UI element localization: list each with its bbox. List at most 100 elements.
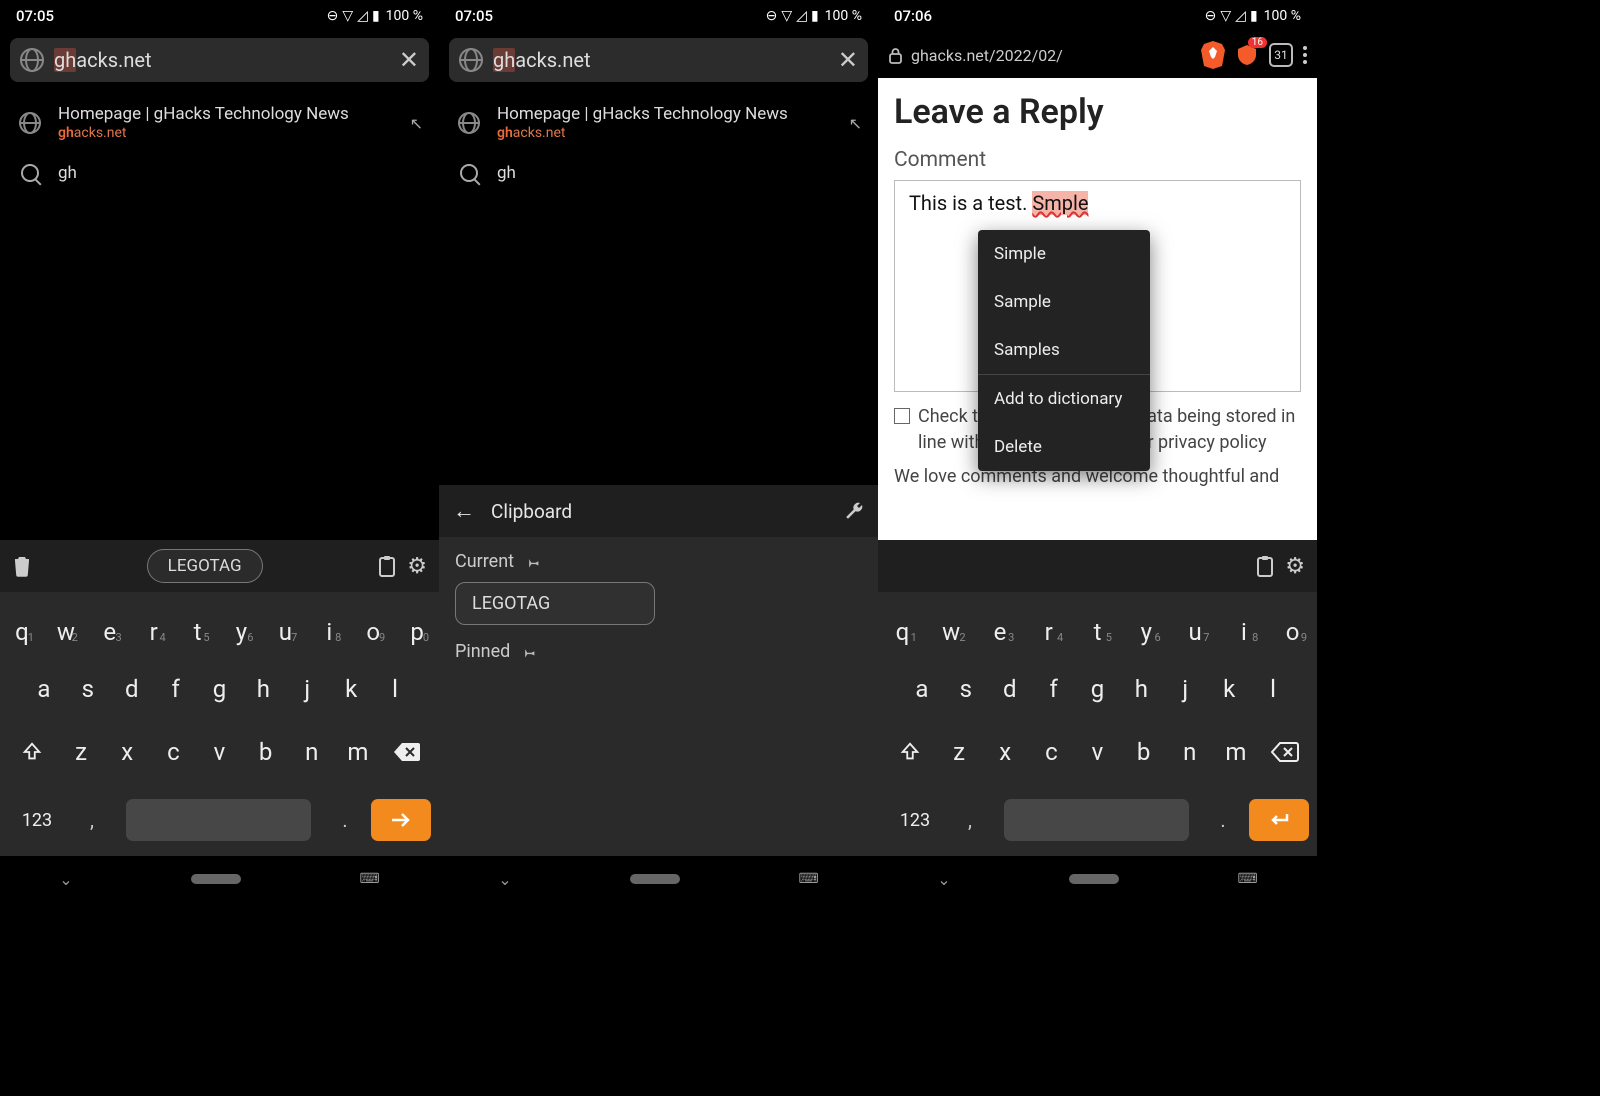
suggestion-chip[interactable]: LEGOTAG (147, 549, 263, 583)
brave-icon[interactable] (1201, 41, 1225, 69)
key-y[interactable]: y6 (220, 592, 264, 658)
clipboard-entry[interactable]: LEGOTAG (455, 582, 655, 625)
kb-switch-icon[interactable]: ⌨ (1238, 871, 1258, 887)
url-display[interactable]: ghacks.net/2022/02/ (888, 46, 1191, 65)
enter-key[interactable] (1249, 799, 1309, 841)
key-v[interactable]: v (196, 720, 242, 784)
gear-icon[interactable]: ⚙ (1285, 554, 1305, 579)
key-o[interactable]: o9 (351, 592, 395, 658)
backspace-key[interactable] (381, 742, 433, 762)
key-g[interactable]: g (1076, 658, 1120, 720)
key-f[interactable]: f (154, 658, 198, 720)
keyboard[interactable]: q1w2e3r4t5y6u7i8o9 asdfghjkl zxcvbnm 123… (878, 592, 1317, 856)
suggestion-history[interactable]: Homepage | gHacks Technology News ghacks… (453, 94, 864, 153)
key-h[interactable]: h (241, 658, 285, 720)
insert-arrow-icon[interactable]: ↖ (849, 114, 862, 133)
pin-icon[interactable] (520, 644, 536, 660)
key-x[interactable]: x (982, 720, 1028, 784)
key-b[interactable]: b (243, 720, 289, 784)
wrench-icon[interactable] (844, 501, 864, 521)
key-c[interactable]: c (150, 720, 196, 784)
key-q[interactable]: q1 (0, 592, 44, 658)
key-b[interactable]: b (1121, 720, 1167, 784)
paste-icon[interactable] (377, 555, 397, 577)
key-d[interactable]: d (988, 658, 1032, 720)
key-z[interactable]: z (58, 720, 104, 784)
suggestion-samples[interactable]: Samples (978, 326, 1150, 374)
key-n[interactable]: n (289, 720, 335, 784)
shift-key[interactable] (884, 741, 936, 763)
key-i[interactable]: i8 (1219, 592, 1268, 658)
key-t[interactable]: t5 (1073, 592, 1122, 658)
pin-icon[interactable] (524, 554, 540, 570)
key-m[interactable]: m (335, 720, 381, 784)
suggestion-search[interactable]: gh (453, 153, 864, 194)
period-key[interactable]: . (325, 808, 365, 832)
spellcheck-menu[interactable]: Simple Sample Samples Add to dictionary … (978, 230, 1150, 471)
suggestion-simple[interactable]: Simple (978, 230, 1150, 278)
shift-key[interactable] (6, 741, 58, 763)
symbols-key[interactable]: 123 (886, 810, 944, 831)
key-v[interactable]: v (1074, 720, 1120, 784)
comma-key[interactable]: , (950, 808, 990, 832)
suggestion-search[interactable]: gh (14, 153, 425, 194)
comma-key[interactable]: , (72, 808, 112, 832)
key-q[interactable]: q1 (878, 592, 927, 658)
key-l[interactable]: l (373, 658, 417, 720)
key-a[interactable]: a (22, 658, 66, 720)
space-key[interactable] (1004, 799, 1189, 841)
url-bar[interactable]: ghacks.net ✕ (449, 38, 868, 82)
symbols-key[interactable]: 123 (8, 810, 66, 831)
tab-count[interactable]: 31 (1269, 43, 1293, 67)
key-u[interactable]: u7 (1171, 592, 1220, 658)
key-k[interactable]: k (1207, 658, 1251, 720)
key-c[interactable]: c (1028, 720, 1074, 784)
url-text[interactable]: ghacks.net (493, 48, 828, 72)
key-i[interactable]: i8 (307, 592, 351, 658)
key-y[interactable]: y6 (1122, 592, 1171, 658)
key-s[interactable]: s (66, 658, 110, 720)
key-d[interactable]: d (110, 658, 154, 720)
keyboard[interactable]: q1w2e3r4t5y6u7i8o9p0 asdfghjkl zxcvbnm 1… (0, 592, 439, 856)
key-z[interactable]: z (936, 720, 982, 784)
key-u[interactable]: u7 (263, 592, 307, 658)
key-m[interactable]: m (1213, 720, 1259, 784)
home-pill[interactable] (630, 874, 680, 884)
key-e[interactable]: e3 (88, 592, 132, 658)
key-x[interactable]: x (104, 720, 150, 784)
back-arrow-icon[interactable]: ← (453, 498, 475, 524)
misspelled-word[interactable]: Smple (1032, 191, 1088, 215)
paste-icon[interactable] (1255, 555, 1275, 577)
key-r[interactable]: r4 (1024, 592, 1073, 658)
backspace-key[interactable] (1259, 742, 1311, 762)
key-j[interactable]: j (1163, 658, 1207, 720)
gear-icon[interactable]: ⚙ (407, 554, 427, 579)
key-h[interactable]: h (1119, 658, 1163, 720)
key-n[interactable]: n (1167, 720, 1213, 784)
key-k[interactable]: k (329, 658, 373, 720)
key-o[interactable]: o9 (1268, 592, 1317, 658)
kb-hide-icon[interactable]: ⌄ (498, 870, 511, 889)
key-w[interactable]: w2 (44, 592, 88, 658)
home-pill[interactable] (191, 874, 241, 884)
period-key[interactable]: . (1203, 808, 1243, 832)
key-p[interactable]: p0 (395, 592, 439, 658)
key-g[interactable]: g (198, 658, 242, 720)
insert-arrow-icon[interactable]: ↖ (410, 114, 423, 133)
key-r[interactable]: r4 (132, 592, 176, 658)
key-a[interactable]: a (900, 658, 944, 720)
suggestion-sample[interactable]: Sample (978, 278, 1150, 326)
key-t[interactable]: t5 (176, 592, 220, 658)
url-bar[interactable]: ghacks.net ✕ (10, 38, 429, 82)
kb-hide-icon[interactable]: ⌄ (59, 870, 72, 889)
delete-word[interactable]: Delete (978, 423, 1150, 471)
key-j[interactable]: j (285, 658, 329, 720)
suggestion-history[interactable]: Homepage | gHacks Technology News ghacks… (14, 94, 425, 153)
kb-switch-icon[interactable]: ⌨ (360, 871, 380, 887)
key-e[interactable]: e3 (976, 592, 1025, 658)
space-key[interactable] (126, 799, 311, 841)
add-to-dictionary[interactable]: Add to dictionary (978, 374, 1150, 423)
trash-icon[interactable] (12, 555, 32, 577)
clear-icon[interactable]: ✕ (838, 46, 858, 74)
key-f[interactable]: f (1032, 658, 1076, 720)
